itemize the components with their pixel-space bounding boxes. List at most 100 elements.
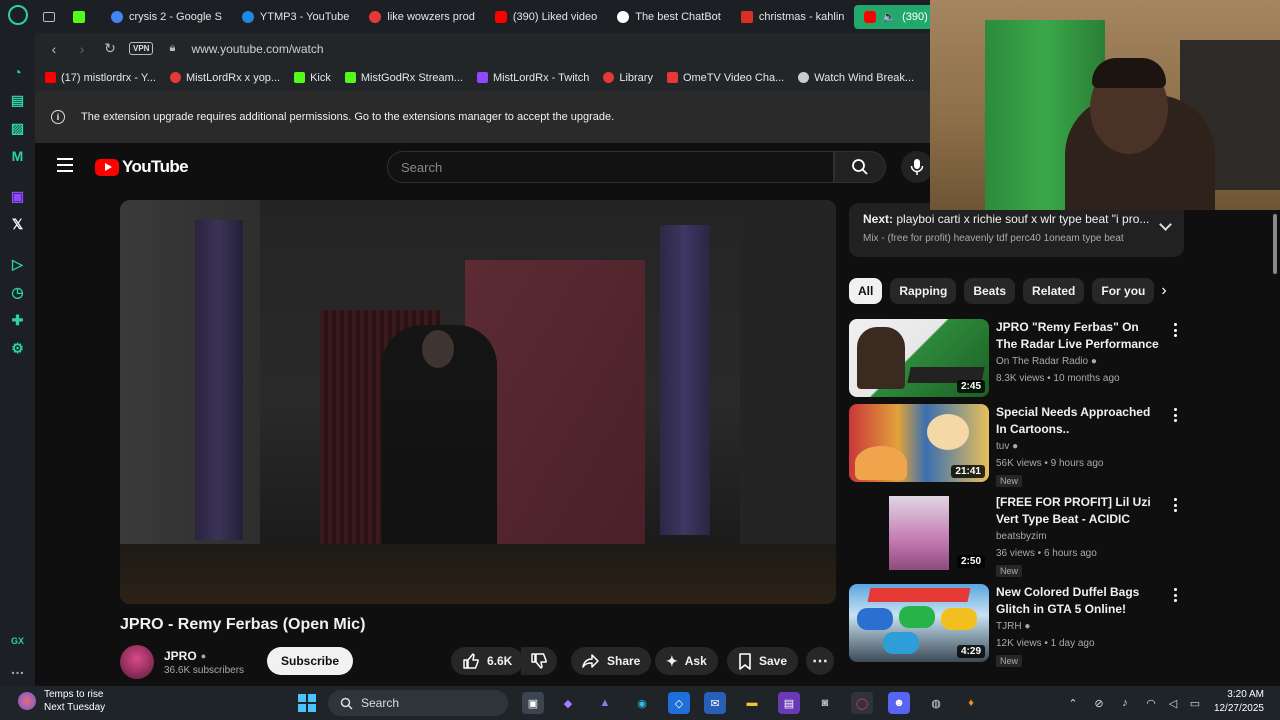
lock-icon[interactable]: 🔒︎ — [163, 42, 181, 55]
edge-icon[interactable]: ◉ — [631, 692, 653, 714]
video-thumbnail[interactable]: 4:29 — [849, 584, 989, 662]
speaker-icon[interactable]: 🔈 — [882, 10, 896, 23]
channel-avatar[interactable] — [120, 645, 154, 679]
twitch-sidebar-icon[interactable]: ▣ — [7, 185, 29, 207]
youtube-logo[interactable]: YouTube — [95, 157, 189, 177]
bookmark-1[interactable]: MistLordRx x yop... — [169, 72, 280, 84]
opera-logo-icon[interactable] — [7, 5, 28, 25]
windows-start-icon[interactable] — [296, 692, 318, 714]
search-input[interactable]: Search — [387, 151, 834, 183]
bookmark-6[interactable]: OmeTV Video Cha... — [666, 72, 784, 84]
share-button[interactable]: Share — [571, 647, 652, 675]
chip-rapping[interactable]: Rapping — [890, 278, 957, 304]
video-thumbnail[interactable]: 21:41 — [849, 404, 989, 482]
up-next-card[interactable]: Next: playboi carti x richie souf x wlr … — [849, 203, 1184, 257]
video-thumbnail[interactable]: 2:45 — [849, 319, 989, 397]
channel-name[interactable]: JPRO — [164, 649, 197, 663]
bookmark-7[interactable]: Watch Wind Break... — [798, 72, 914, 84]
vpn-badge[interactable]: VPN — [129, 42, 154, 55]
weather-widget[interactable]: Temps to rise Next Tuesday — [18, 688, 105, 714]
tray-chevron-up-icon[interactable]: ⌃ — [1062, 692, 1084, 714]
recommendation-item[interactable]: 2:45 JPRO "Remy Ferbas" On The Radar Liv… — [849, 319, 1179, 397]
player-icon[interactable]: ▷ — [7, 253, 29, 275]
tab-tiles-icon[interactable] — [35, 5, 63, 29]
history-icon[interactable]: ◷ — [7, 281, 29, 303]
gmail-sidebar-icon[interactable]: M — [7, 145, 29, 167]
bookmark-4[interactable]: MistLordRx - Twitch — [476, 72, 589, 84]
microphone-icon[interactable]: ♪ — [1114, 692, 1136, 714]
more-vertical-icon[interactable] — [1174, 498, 1178, 512]
extensions-icon[interactable]: ✚ — [7, 309, 29, 331]
more-vertical-icon[interactable] — [1174, 323, 1178, 337]
chip-all[interactable]: All — [849, 278, 883, 304]
mail-icon[interactable]: ✉ — [704, 692, 726, 714]
forward-arrow-icon[interactable]: › — [73, 41, 91, 57]
recommendation-item[interactable]: 2:50 [FREE FOR PROFIT] Lil Uzi Vert Type… — [849, 494, 1179, 577]
chip-for-you[interactable]: For you — [1092, 278, 1155, 304]
network-off-icon[interactable]: ⊘ — [1088, 692, 1110, 714]
recommendation-item[interactable]: 4:29 New Colored Duffel Bags Glitch in G… — [849, 584, 1179, 667]
battery-icon[interactable]: ▭ — [1184, 692, 1206, 714]
more-vertical-icon[interactable] — [1174, 588, 1178, 602]
discord-icon[interactable]: ☻ — [888, 692, 910, 714]
speed-dial-icon[interactable]: ◔ — [7, 61, 29, 83]
aria-icon[interactable]: ▤ — [7, 89, 29, 111]
bookmark-0[interactable]: (17) mistlordrx - Y... — [45, 72, 156, 84]
recommendation-item[interactable]: 21:41 Special Needs Approached In Cartoo… — [849, 404, 1179, 487]
dropbox-icon[interactable]: ◇ — [668, 692, 690, 714]
recommendation-channel[interactable]: beatsbyzim — [996, 528, 1047, 545]
chip-related[interactable]: Related — [1023, 278, 1085, 304]
steam-icon[interactable]: ◍ — [925, 692, 947, 714]
recommendation-channel[interactable]: tuv ● — [996, 438, 1018, 455]
recommendation-title[interactable]: Special Needs Approached In Cartoons.. — [996, 404, 1161, 438]
x-sidebar-icon[interactable]: 𝕏 — [7, 213, 29, 235]
url-field[interactable]: www.youtube.com/watch — [191, 42, 323, 56]
task-view-icon[interactable]: ▣ — [522, 692, 544, 714]
recommendation-channel[interactable]: TJRH ● — [996, 618, 1030, 635]
wifi-icon[interactable]: ◠ — [1140, 692, 1162, 714]
tab-6[interactable]: christmas - kahlin — [731, 5, 855, 29]
opera-gx-icon[interactable]: ◯ — [851, 692, 873, 714]
bookmark-2[interactable]: Kick — [294, 72, 331, 84]
scrollbar-thumb[interactable] — [1273, 214, 1277, 274]
hamburger-menu-icon[interactable] — [57, 158, 73, 172]
chevron-right-icon[interactable]: › — [1154, 280, 1174, 302]
recommendation-title[interactable]: JPRO "Remy Ferbas" On The Radar Live Per… — [996, 319, 1161, 353]
gx-icon[interactable]: GX — [7, 630, 29, 652]
tab-2[interactable]: YTMP3 - YouTube — [232, 5, 359, 29]
chip-beats[interactable]: Beats — [964, 278, 1016, 304]
taskbar-clock[interactable]: 3:20 AM 12/27/2025 — [1210, 688, 1264, 716]
tab-4[interactable]: (390) Liked video — [485, 5, 607, 29]
page-scrollbar[interactable] — [1271, 210, 1280, 686]
teams-icon[interactable]: ▲ — [594, 692, 616, 714]
recommendation-channel[interactable]: On The Radar Radio ● — [996, 353, 1097, 370]
dislike-button[interactable] — [521, 647, 557, 675]
workspaces-icon[interactable]: ▨ — [7, 117, 29, 139]
tab-3[interactable]: like wowzers prod — [359, 5, 484, 29]
copilot-icon[interactable]: ◆ — [557, 692, 579, 714]
recommendation-title[interactable]: [FREE FOR PROFIT] Lil Uzi Vert Type Beat… — [996, 494, 1161, 528]
video-player[interactable] — [120, 200, 836, 604]
ask-button[interactable]: ✦ Ask — [655, 647, 718, 675]
more-vertical-icon[interactable] — [1174, 408, 1178, 422]
more-dots-icon[interactable]: … — [7, 658, 29, 680]
volume-icon[interactable]: ◁ — [1162, 692, 1184, 714]
taskbar-search[interactable]: Search — [328, 690, 508, 716]
settings-gear-icon[interactable]: ⚙ — [7, 337, 29, 359]
tab-7-active[interactable]: 🔈 (390) J — [854, 4, 930, 29]
bookmark-5[interactable]: Library — [603, 72, 653, 84]
video-thumbnail[interactable]: 2:50 — [849, 494, 989, 572]
voice-search-button[interactable] — [901, 151, 933, 183]
reload-icon[interactable]: ↻ — [101, 40, 119, 57]
app-icon[interactable]: ♦ — [960, 692, 982, 714]
tab-5[interactable]: The best ChatBot — [607, 5, 731, 29]
file-explorer-icon[interactable]: ▬ — [741, 692, 763, 714]
back-arrow-icon[interactable]: ‹ — [45, 41, 63, 57]
bookmark-3[interactable]: MistGodRx Stream... — [344, 72, 463, 84]
recommendation-title[interactable]: New Colored Duffel Bags Glitch in GTA 5 … — [996, 584, 1161, 618]
tab-0[interactable] — [63, 5, 101, 29]
tab-1[interactable]: crysis 2 - Google S — [101, 5, 232, 29]
subscribe-button[interactable]: Subscribe — [267, 647, 354, 675]
camera-icon[interactable]: ◙ — [814, 692, 836, 714]
save-button[interactable]: Save — [727, 647, 799, 675]
